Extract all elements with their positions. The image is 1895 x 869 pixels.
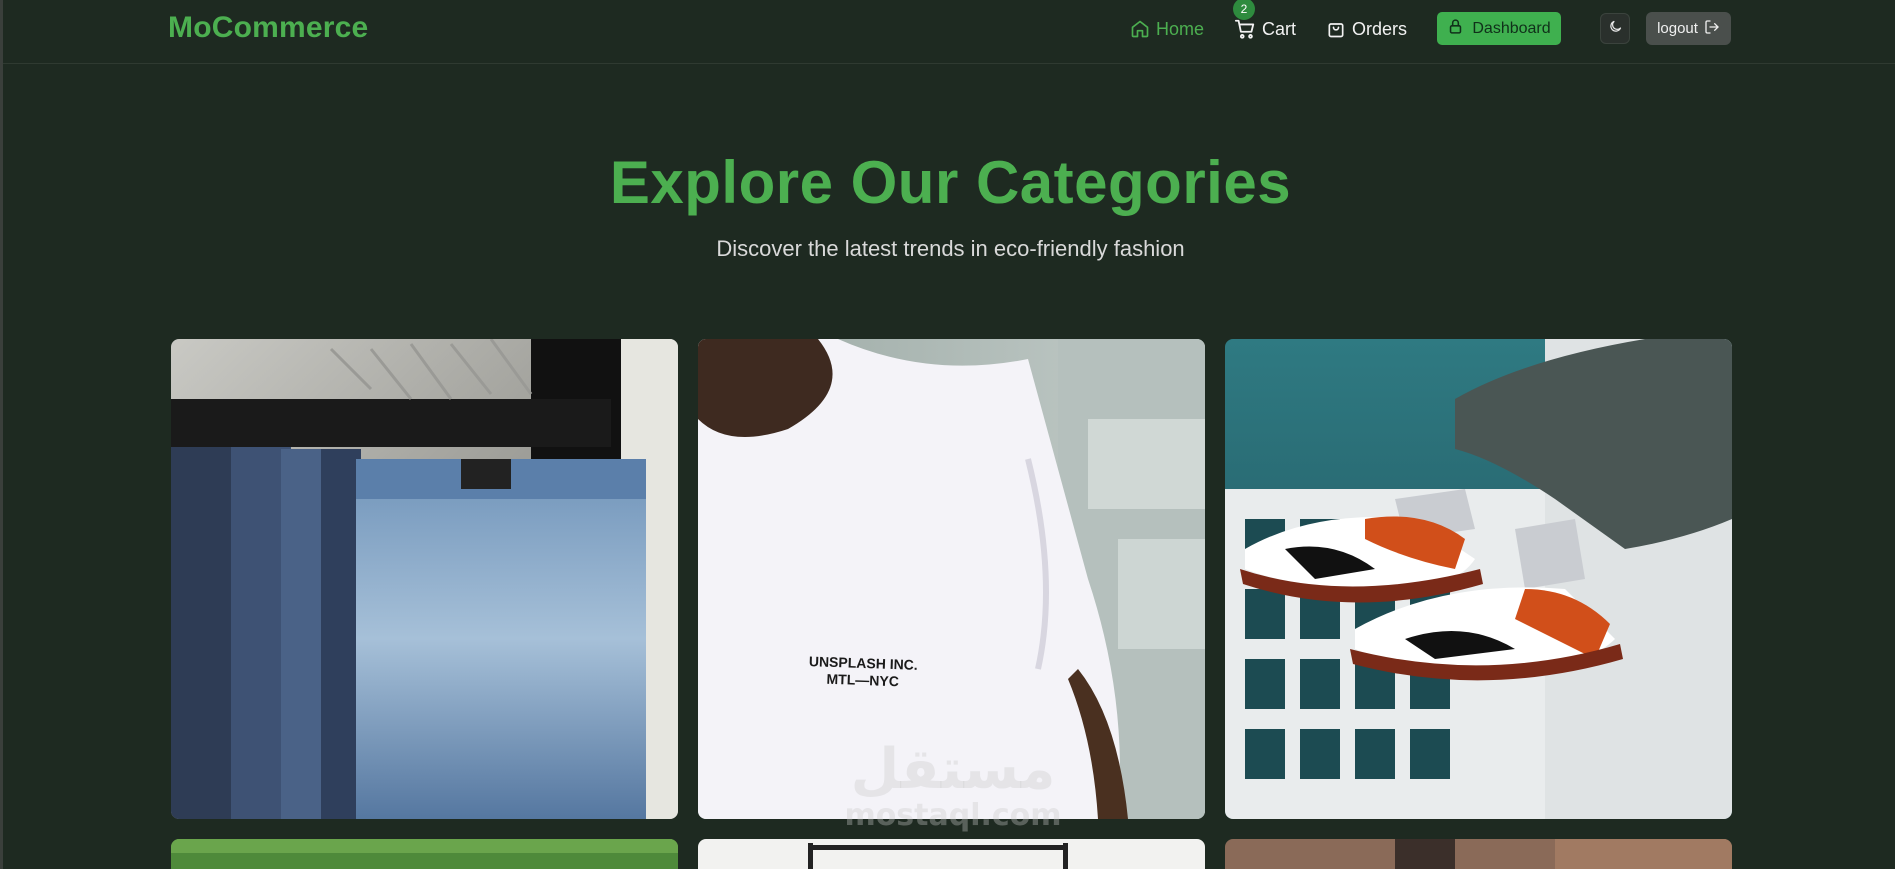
nav-orders-label: Orders	[1352, 18, 1408, 39]
category-card-shoes[interactable]	[1225, 339, 1732, 819]
brick-wall-image	[1225, 839, 1732, 869]
tshirt-print: UNSPLASH INC. MTL—NYC	[808, 653, 919, 690]
dashboard-label: Dashboard	[1472, 19, 1551, 37]
clothing-rack-image	[698, 839, 1205, 869]
nav-cart-label: Cart	[1262, 18, 1297, 39]
logout-label: logout	[1657, 20, 1698, 37]
lock-icon	[1447, 18, 1464, 40]
watermark: مستقل mostaql.com	[844, 737, 1062, 833]
nav-home-link[interactable]: Home	[1130, 19, 1204, 40]
nav-home-label: Home	[1156, 18, 1205, 39]
logout-button[interactable]: logout	[1646, 12, 1731, 45]
theme-toggle-button[interactable]	[1600, 13, 1630, 44]
logout-icon	[1704, 19, 1720, 39]
cart-icon: 2	[1233, 0, 1256, 40]
category-card-4[interactable]	[171, 839, 678, 869]
brand-logo[interactable]: MoCommerce	[168, 11, 368, 45]
sneakers-image	[1225, 339, 1732, 819]
dashboard-button[interactable]: Dashboard	[1437, 12, 1561, 45]
nav-links: Home 2 Cart Orders	[1130, 0, 1437, 58]
category-card-5[interactable]	[698, 839, 1205, 869]
category-card-6[interactable]	[1225, 839, 1732, 869]
grass-image	[171, 839, 678, 869]
moon-icon	[1608, 19, 1623, 39]
cart-count-badge: 2	[1233, 0, 1256, 20]
jeans-image	[171, 339, 678, 819]
nav-cart-link[interactable]: 2 Cart	[1233, 0, 1297, 40]
page-title: Explore Our Categories	[609, 149, 1292, 216]
page-subtitle: Discover the latest trends in eco-friend…	[716, 236, 1185, 261]
page: MoCommerce Home 2 Cart Orders Dashboard …	[0, 0, 1895, 869]
shopping-bag-icon	[1326, 19, 1346, 39]
navbar: MoCommerce Home 2 Cart Orders Dashboard …	[3, 0, 1895, 64]
nav-orders-link[interactable]: Orders	[1326, 19, 1407, 40]
category-card-jeans[interactable]	[171, 339, 678, 819]
home-icon	[1130, 19, 1150, 39]
